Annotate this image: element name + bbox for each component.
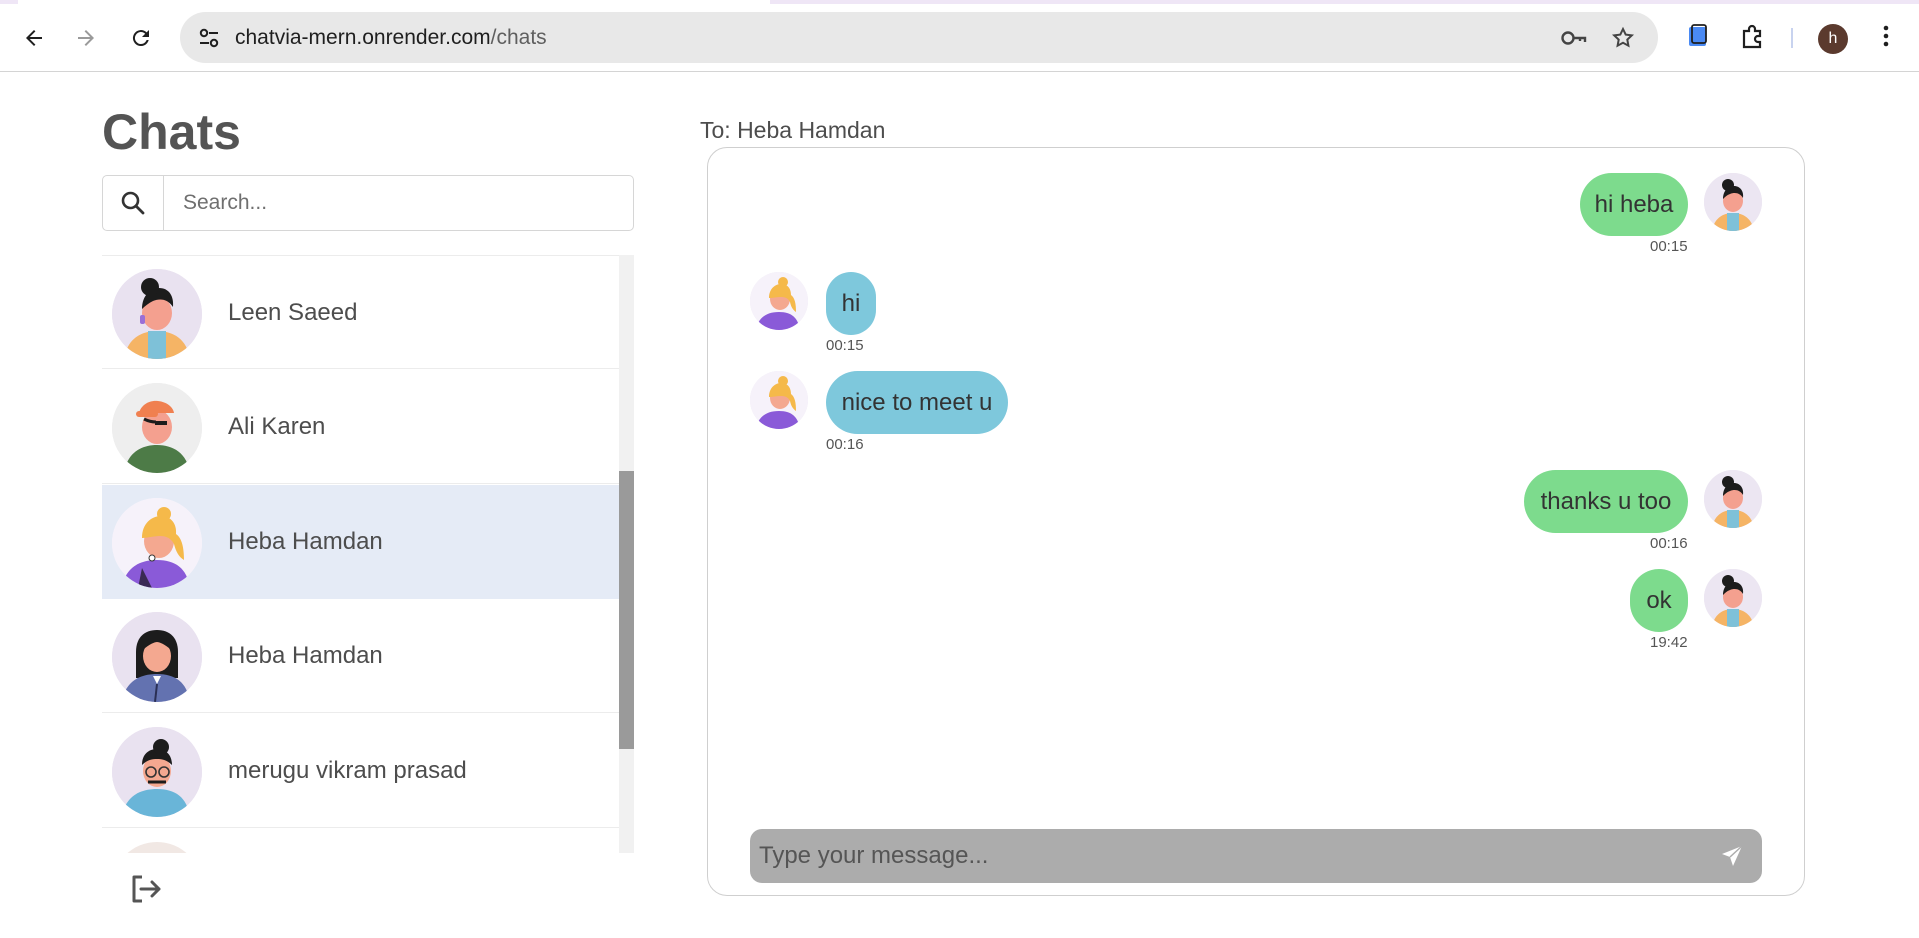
- chat-name: merugu vikram prasad: [228, 757, 467, 784]
- address-bar[interactable]: chatvia-mern.onrender.com/chats: [180, 12, 1658, 63]
- contact-avatar: [750, 371, 808, 429]
- bookmark-star-icon[interactable]: [1609, 24, 1637, 52]
- partial-avatar: [112, 842, 202, 853]
- send-icon: [1722, 845, 1743, 866]
- logout-button[interactable]: [128, 871, 164, 907]
- message-bubble-sent: thanks u too: [1524, 470, 1688, 533]
- conversation-recipient: To: Heba Hamdan: [700, 117, 886, 143]
- forward-button[interactable]: [66, 18, 106, 58]
- send-button[interactable]: [1718, 842, 1746, 870]
- message-bubble-received: nice to meet u: [826, 371, 1008, 434]
- password-key-icon[interactable]: [1560, 24, 1588, 52]
- message-bubble-sent: hi heba: [1580, 173, 1688, 236]
- message-time: 00:16: [1650, 535, 1688, 552]
- chat-name: Ali Karen: [228, 413, 326, 440]
- page-title: Chats: [102, 104, 241, 160]
- search-input[interactable]: [165, 176, 633, 230]
- message-time: 00:15: [826, 337, 864, 354]
- chat-list-item[interactable]: Ali Karen: [102, 370, 619, 484]
- chat-list-item[interactable]: merugu vikram prasad: [102, 714, 619, 828]
- woman-bun-avatar: [112, 269, 202, 359]
- search-box: [102, 175, 634, 231]
- compose-bar: [750, 829, 1762, 883]
- back-icon: [26, 30, 42, 46]
- conversation-panel: hi heba 00:15 hi 00:15 nice to meet u 00…: [707, 147, 1805, 896]
- url-path: /chats: [490, 26, 547, 49]
- chat-name: Leen Saeed: [228, 299, 358, 326]
- url-host: chatvia-mern.onrender.com: [235, 26, 491, 49]
- tab-search-icon[interactable]: [1682, 20, 1714, 52]
- message-bubble-sent: ok: [1630, 569, 1688, 632]
- chat-list-item[interactable]: Leen Saeed: [102, 255, 619, 369]
- reload-button[interactable]: [121, 18, 161, 58]
- message-time: 00:16: [826, 436, 864, 453]
- reload-icon: [132, 30, 149, 47]
- chat-app: Chats Leen Saeed Ali Karen Heba Hamdan: [0, 73, 1919, 938]
- chat-name: Heba Hamdan: [228, 528, 383, 555]
- search-icon[interactable]: [103, 176, 164, 230]
- chat-list-item-selected[interactable]: Heba Hamdan: [102, 485, 619, 599]
- my-avatar: [1704, 470, 1762, 528]
- profile-avatar-button[interactable]: h: [1818, 24, 1848, 54]
- message-bubble-received: hi: [826, 272, 876, 335]
- forward-icon: [78, 30, 94, 46]
- chat-list-item[interactable]: [102, 829, 619, 853]
- woman-dark-hair-avatar: [112, 612, 202, 702]
- logout-icon: [132, 875, 161, 903]
- menu-icon[interactable]: [1870, 20, 1902, 52]
- chat-list-scrollbar-thumb[interactable]: [619, 471, 634, 749]
- extensions-icon[interactable]: [1737, 20, 1769, 52]
- toolbar-separator: [1791, 28, 1793, 48]
- my-avatar: [1704, 569, 1762, 627]
- url-text: chatvia-mern.onrender.com/chats: [235, 26, 547, 50]
- back-button[interactable]: [14, 18, 54, 58]
- message-time: 00:15: [1650, 238, 1688, 255]
- message-time: 19:42: [1650, 634, 1688, 651]
- chat-list: Leen Saeed Ali Karen Heba Hamdan Heba Ha…: [102, 255, 619, 853]
- browser-toolbar: chatvia-mern.onrender.com/chats h: [0, 4, 1919, 72]
- my-avatar: [1704, 173, 1762, 231]
- man-cap-avatar: [112, 383, 202, 473]
- site-settings-icon[interactable]: [196, 25, 222, 51]
- chat-list-item[interactable]: Heba Hamdan: [102, 599, 619, 713]
- message-input[interactable]: [750, 829, 1700, 883]
- woman-blonde-avatar: [112, 498, 202, 588]
- man-glasses-avatar: [112, 727, 202, 817]
- chat-name: Heba Hamdan: [228, 642, 383, 669]
- contact-avatar: [750, 272, 808, 330]
